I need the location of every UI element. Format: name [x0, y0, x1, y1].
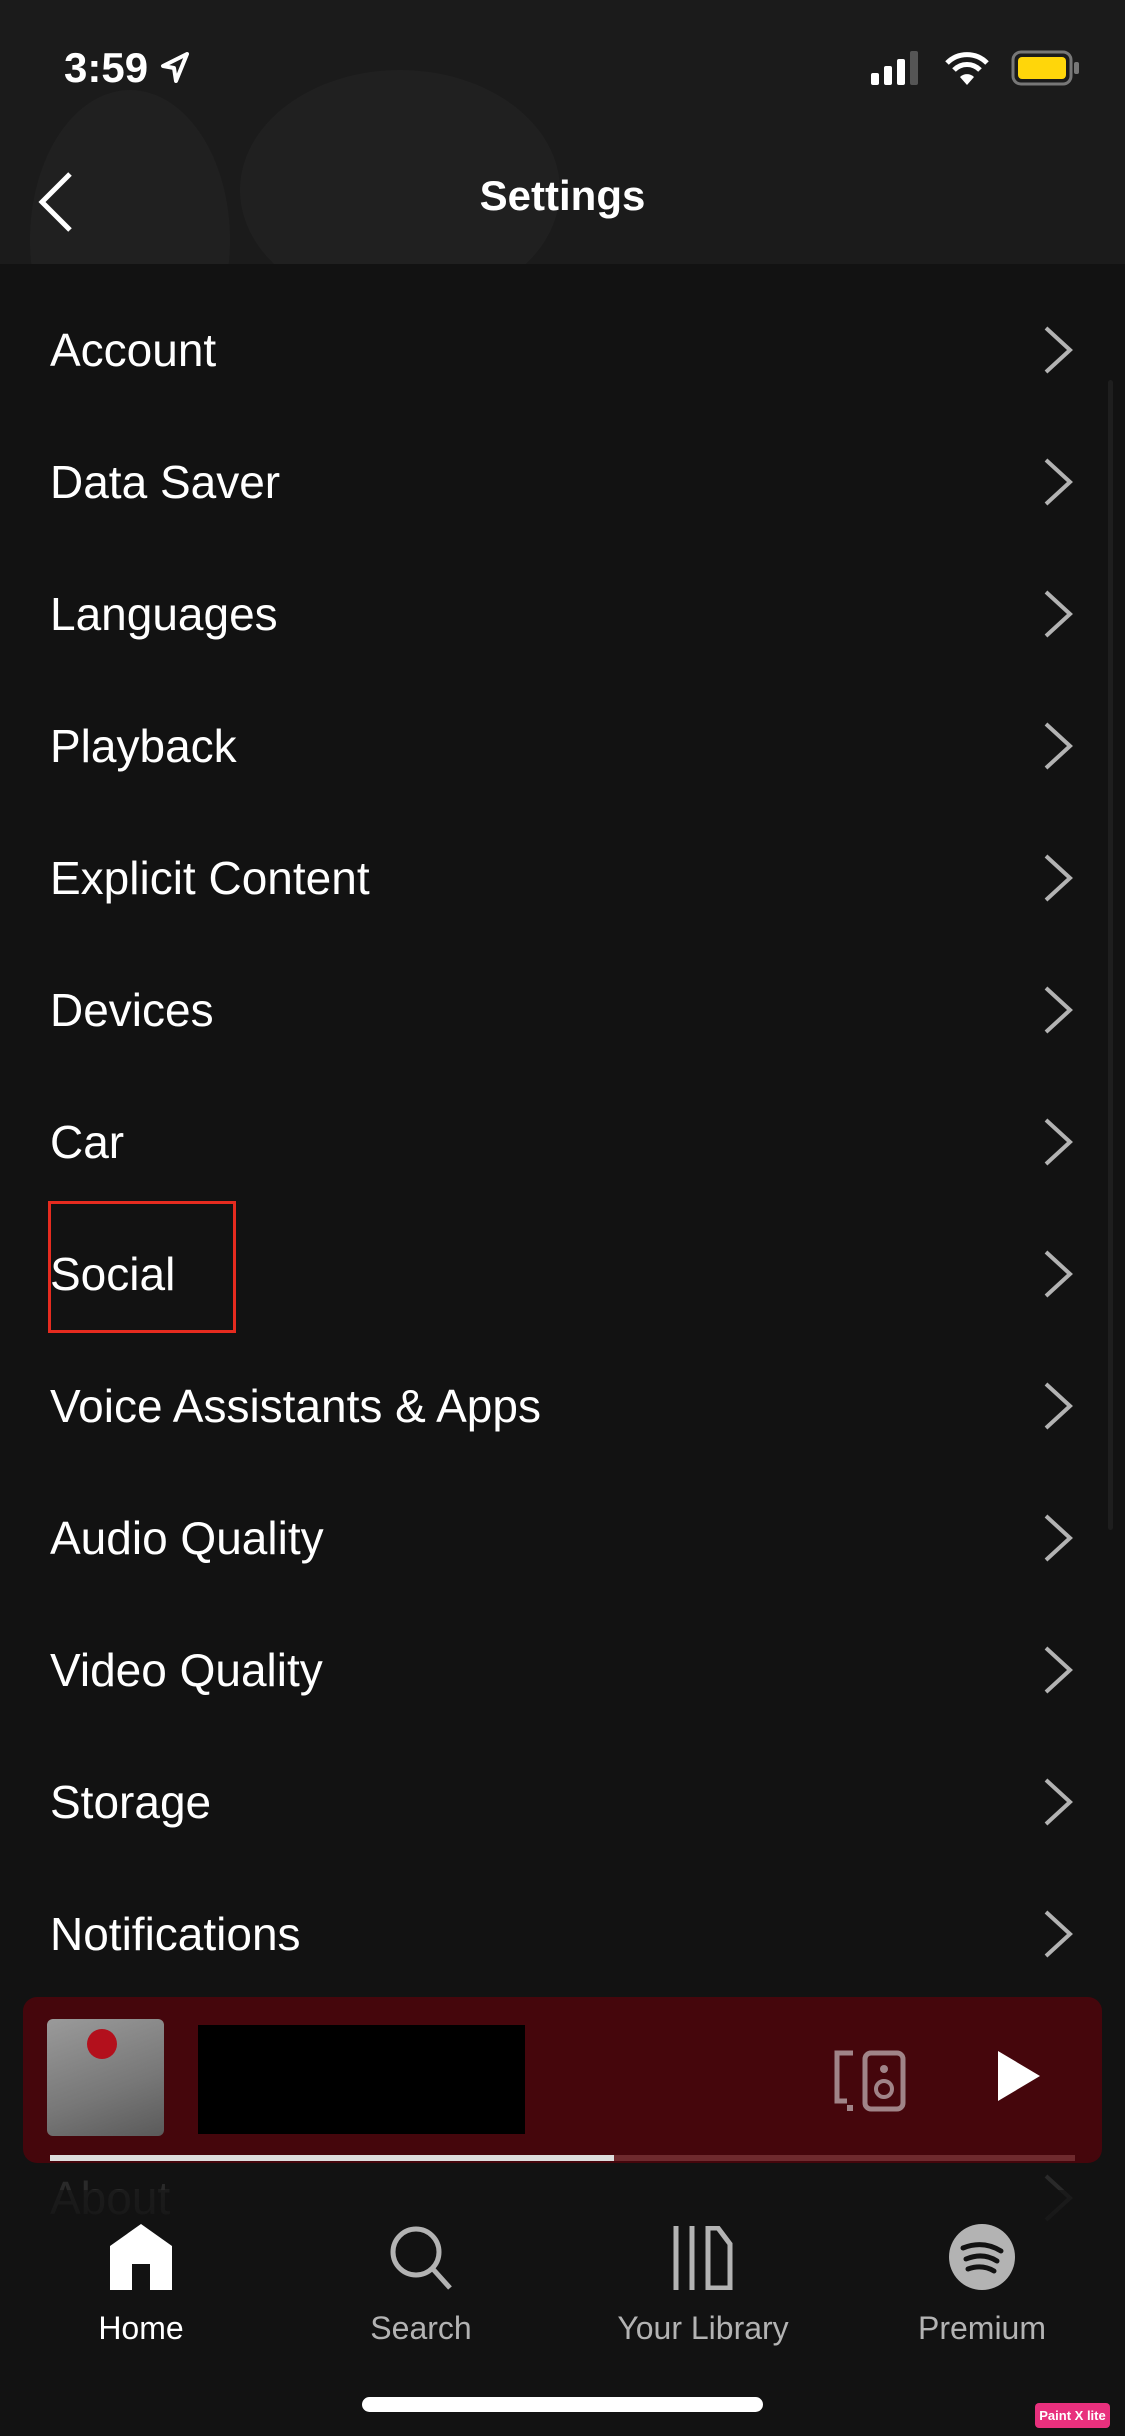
nav-premium[interactable]: Premium — [882, 2190, 1082, 2347]
connect-device-icon[interactable] — [833, 2049, 909, 2113]
battery-icon — [1011, 50, 1079, 86]
settings-item-playback[interactable]: Playback — [0, 680, 1125, 812]
nav-home[interactable]: Home — [41, 2190, 241, 2347]
settings-item-label: Audio Quality — [50, 1512, 324, 1564]
settings-item-voice-assistants-apps[interactable]: Voice Assistants & Apps — [0, 1340, 1125, 1472]
social-highlight-box — [48, 1201, 236, 1333]
page-title: Settings — [479, 172, 646, 219]
chevron-right-icon — [1044, 986, 1073, 1034]
nav-library[interactable]: Your Library — [603, 2190, 803, 2347]
status-icons — [871, 50, 1081, 86]
settings-item-label: Languages — [50, 588, 278, 640]
settings-item-label: Data Saver — [50, 456, 281, 508]
chevron-right-icon — [1044, 1646, 1073, 1694]
header: 3:59 Settings — [0, 0, 1125, 264]
settings-item-label: Notifications — [50, 1908, 301, 1960]
background-blob — [240, 70, 560, 264]
nav-premium-label: Premium — [917, 2310, 1046, 2346]
settings-item-label: Account — [50, 324, 217, 376]
redacted-track-info — [198, 2025, 525, 2134]
home-indicator[interactable] — [362, 2397, 763, 2412]
playback-progress-bar[interactable] — [50, 2155, 1075, 2161]
nav-search[interactable]: Search — [321, 2190, 521, 2347]
settings-item-data-saver[interactable]: Data Saver — [0, 416, 1125, 548]
settings-item-languages[interactable]: Languages — [0, 548, 1125, 680]
album-art — [47, 2019, 164, 2136]
chevron-right-icon — [1044, 722, 1073, 770]
settings-item-devices[interactable]: Devices — [0, 944, 1125, 1076]
settings-item-storage[interactable]: Storage — [0, 1736, 1125, 1868]
settings-item-video-quality[interactable]: Video Quality — [0, 1604, 1125, 1736]
rose-image — [87, 2029, 117, 2059]
watermark: Paint X lite — [1035, 2403, 1110, 2428]
settings-item-car[interactable]: Car — [0, 1076, 1125, 1208]
nav-search-label: Search — [370, 2310, 472, 2346]
spotify-icon — [949, 2224, 1015, 2290]
settings-item-label: Voice Assistants & Apps — [50, 1380, 541, 1432]
settings-item-label: Car — [50, 1116, 125, 1168]
chevron-right-icon — [1044, 590, 1073, 638]
settings-item-label: Storage — [50, 1776, 212, 1828]
chevron-right-icon — [1044, 458, 1073, 506]
search-icon — [390, 2226, 452, 2290]
chevron-right-icon — [1044, 854, 1073, 902]
chevron-right-icon — [1044, 1250, 1073, 1298]
settings-item-account[interactable]: Account — [0, 284, 1125, 416]
settings-item-label: Video Quality — [50, 1644, 323, 1696]
settings-item-label: Explicit Content — [50, 852, 370, 904]
home-icon — [110, 2224, 172, 2290]
chevron-right-icon — [1044, 1778, 1073, 1826]
nav-library-label: Your Library — [617, 2310, 789, 2346]
mini-player[interactable] — [23, 1997, 1102, 2163]
settings-item-explicit-content[interactable]: Explicit Content — [0, 812, 1125, 944]
nav-home-label: Home — [98, 2310, 184, 2346]
library-icon — [673, 2226, 733, 2290]
progress-fill — [50, 2155, 614, 2161]
settings-item-label: Playback — [50, 720, 237, 772]
cellular-signal-icon — [871, 51, 918, 85]
chevron-right-icon — [1044, 1118, 1073, 1166]
location-arrow-icon — [160, 52, 189, 83]
scrollbar[interactable] — [1108, 380, 1113, 1530]
wifi-icon — [945, 52, 989, 85]
chevron-right-icon — [1044, 1910, 1073, 1958]
time-text: 3:59 — [64, 44, 149, 91]
play-icon[interactable] — [996, 2049, 1042, 2103]
settings-item-audio-quality[interactable]: Audio Quality — [0, 1472, 1125, 1604]
status-time: 3:59 — [64, 44, 190, 92]
chevron-right-icon — [1044, 326, 1073, 374]
chevron-right-icon — [1044, 1514, 1073, 1562]
chevron-right-icon — [1044, 1382, 1073, 1430]
settings-item-label: Devices — [50, 984, 214, 1036]
settings-item-notifications[interactable]: Notifications — [0, 1868, 1125, 2000]
